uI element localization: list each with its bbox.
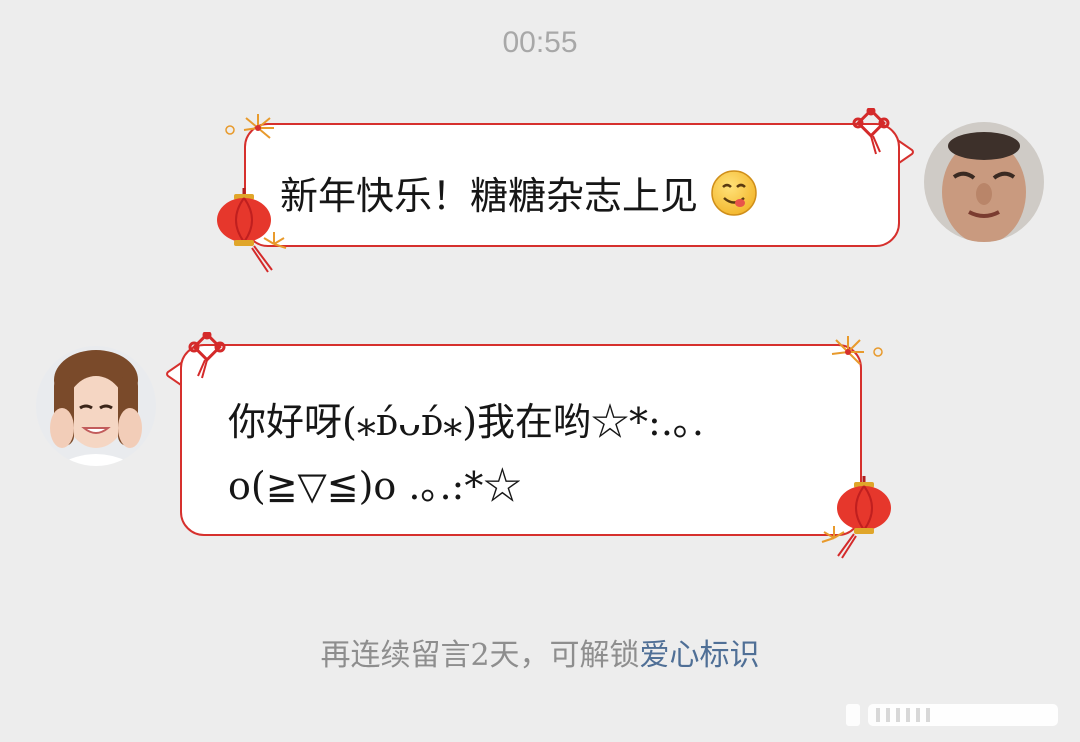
unlock-notice: 再连续留言2天，可解锁爱心标识 xyxy=(0,630,1080,674)
firework-icon xyxy=(831,336,883,365)
red-lantern-icon xyxy=(217,188,287,273)
contact-avatar[interactable] xyxy=(36,346,156,466)
red-lantern-icon xyxy=(821,476,891,559)
yum-face-emoji xyxy=(711,170,757,216)
notice-text: 再连续留言2天，可解锁 xyxy=(320,638,640,673)
message-text-line-2: o(≧▽≦)o .｡.:*☆ xyxy=(228,464,522,508)
heart-badge-link[interactable]: 爱心标识 xyxy=(640,638,760,673)
chinese-knot-icon xyxy=(188,332,226,379)
avatar-man-photo xyxy=(924,122,1044,242)
avatar-girl-photo xyxy=(36,346,156,466)
received-message-bubble[interactable]: 你好呀(⁎ᴅ́ᴗᴅ́⁎)我在哟☆*:.｡. o(≧▽≦)o .｡.:*☆ xyxy=(180,344,862,536)
my-avatar[interactable] xyxy=(924,122,1044,242)
message-text-line-1: 你好呀(⁎ᴅ́ᴗᴅ́⁎)我在哟☆*:.｡. xyxy=(228,400,704,444)
sent-message-bubble[interactable]: 新年快乐！糖糖杂志上见 xyxy=(244,123,900,247)
firework-icon xyxy=(225,114,274,139)
watermark-logo xyxy=(846,704,1058,726)
message-timestamp: 00:55 xyxy=(502,26,578,59)
chinese-knot-icon xyxy=(852,108,890,155)
message-text: 新年快乐！糖糖杂志上见 xyxy=(280,174,699,218)
